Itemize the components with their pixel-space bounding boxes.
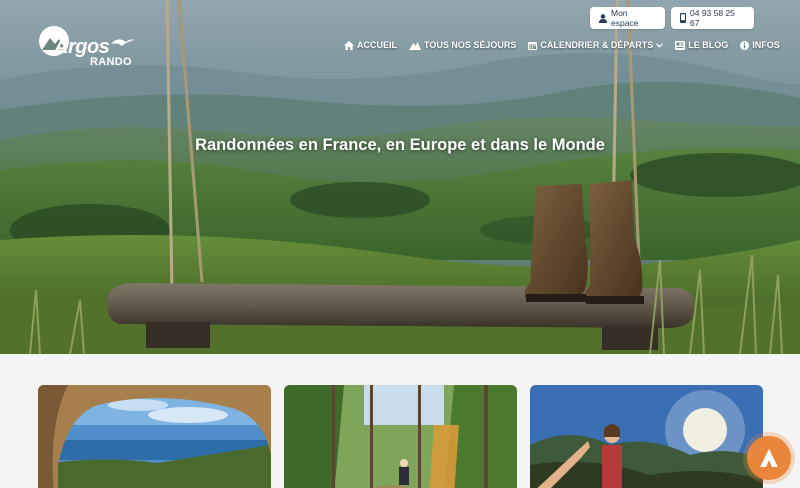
nav-item-sejours[interactable]: TOUS NOS SÉJOURS xyxy=(409,40,516,50)
phone-number: 04 93 58 25 67 xyxy=(690,8,735,28)
mountain-icon xyxy=(409,41,421,50)
coastal-arch-photo xyxy=(38,385,271,488)
phone-button[interactable]: 04 93 58 25 67 xyxy=(671,7,754,29)
chevron-down-icon xyxy=(656,42,664,48)
nav-label: ACCUEIL xyxy=(357,40,397,50)
account-label: Mon espace xyxy=(611,8,639,28)
nav-item-blog[interactable]: LE BLOG xyxy=(675,40,728,50)
home-icon xyxy=(344,40,354,50)
argos-logo-icon xyxy=(760,449,778,467)
user-icon xyxy=(599,13,607,23)
nav-label: CALENDRIER & DÉPARTS xyxy=(540,40,654,50)
trip-cards xyxy=(38,385,763,488)
nav-item-calendrier[interactable]: CALENDRIER & DÉPARTS xyxy=(528,40,664,50)
main-nav: ACCUEIL TOUS NOS SÉJOURS CALENDRIER & DÉ… xyxy=(344,40,780,50)
nav-label: TOUS NOS SÉJOURS xyxy=(424,40,517,50)
newspaper-icon xyxy=(675,40,686,50)
phone-icon xyxy=(680,13,686,23)
hero-headline: Randonnées en France, en Europe et dans … xyxy=(195,136,605,154)
nav-label: INFOS xyxy=(752,40,780,50)
nav-item-infos[interactable]: INFOS xyxy=(740,40,780,50)
nav-label: LE BLOG xyxy=(688,40,729,50)
hero-banner: Argos RANDO Mon espace 04 93 58 25 67 AC… xyxy=(0,0,800,354)
floating-logo-button[interactable] xyxy=(747,436,791,480)
trip-card-forest[interactable] xyxy=(284,385,517,488)
mountain-highfive-photo xyxy=(530,385,763,488)
trip-card-mountain[interactable] xyxy=(530,385,763,488)
info-icon xyxy=(740,40,750,50)
brand-logo[interactable]: Argos RANDO xyxy=(38,24,138,68)
nav-item-accueil[interactable]: ACCUEIL xyxy=(344,40,397,50)
calendar-icon xyxy=(528,41,538,50)
account-button[interactable]: Mon espace xyxy=(590,7,665,29)
forest-hikers-photo xyxy=(284,385,517,488)
brand-sub: RANDO xyxy=(90,56,132,68)
trip-card-coastal[interactable] xyxy=(38,385,271,488)
